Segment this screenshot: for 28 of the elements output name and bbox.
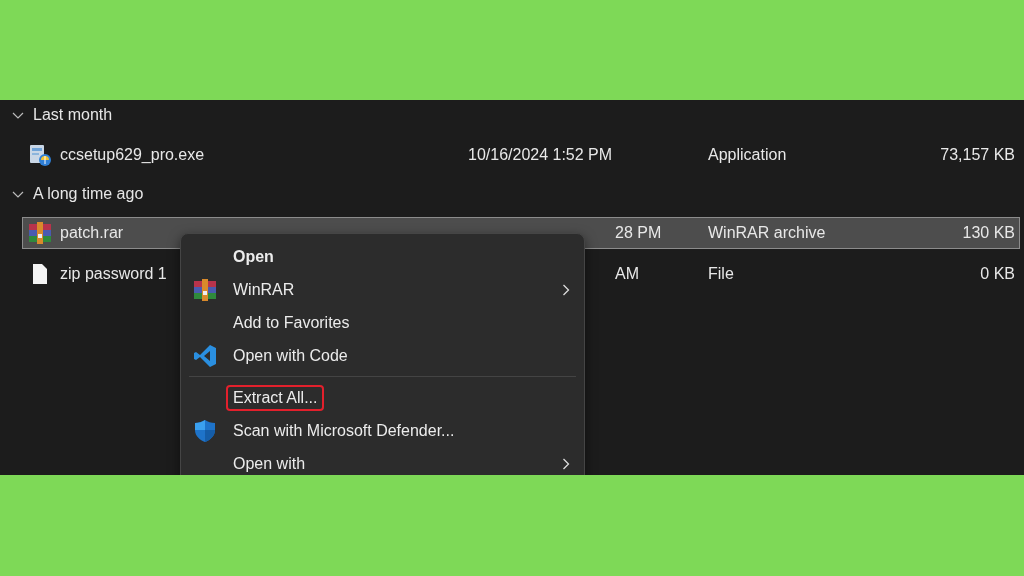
installer-icon (28, 143, 52, 167)
menu-item[interactable]: Extract All... (181, 381, 584, 414)
file-type: WinRAR archive (708, 224, 826, 241)
submenu-chevron-icon (562, 457, 570, 470)
file-name[interactable]: patch.rar (60, 224, 124, 242)
file-name[interactable]: zip password 1 (60, 265, 167, 283)
menu-item[interactable]: Scan with Microsoft Defender... (181, 414, 584, 447)
archive-icon (193, 277, 217, 302)
group-title: A long time ago (33, 185, 144, 203)
file-size: 0 KB (980, 265, 1015, 282)
menu-item[interactable]: Add to Favorites (181, 306, 584, 339)
menu-item[interactable]: Open with Code (181, 339, 584, 372)
file-size: 73,157 KB (940, 146, 1015, 163)
file-type: Application (708, 146, 787, 163)
file-type: File (708, 265, 734, 282)
menu-item[interactable]: Open with (181, 447, 584, 475)
shield-icon (193, 418, 217, 443)
file-size: 130 KB (962, 224, 1015, 241)
menu-item[interactable]: WinRAR (181, 273, 584, 306)
file-name[interactable]: ccsetup629_pro.exe (60, 146, 205, 164)
code-editor-icon (193, 343, 217, 368)
menu-item[interactable]: Open (181, 240, 584, 273)
group-title: Last month (33, 106, 113, 124)
submenu-chevron-icon (562, 283, 570, 296)
file-date: AM (615, 265, 639, 282)
file-date: 10/16/2024 1:52 PM (468, 146, 613, 163)
file-date: 28 PM (615, 224, 662, 241)
archive-icon (28, 221, 52, 245)
